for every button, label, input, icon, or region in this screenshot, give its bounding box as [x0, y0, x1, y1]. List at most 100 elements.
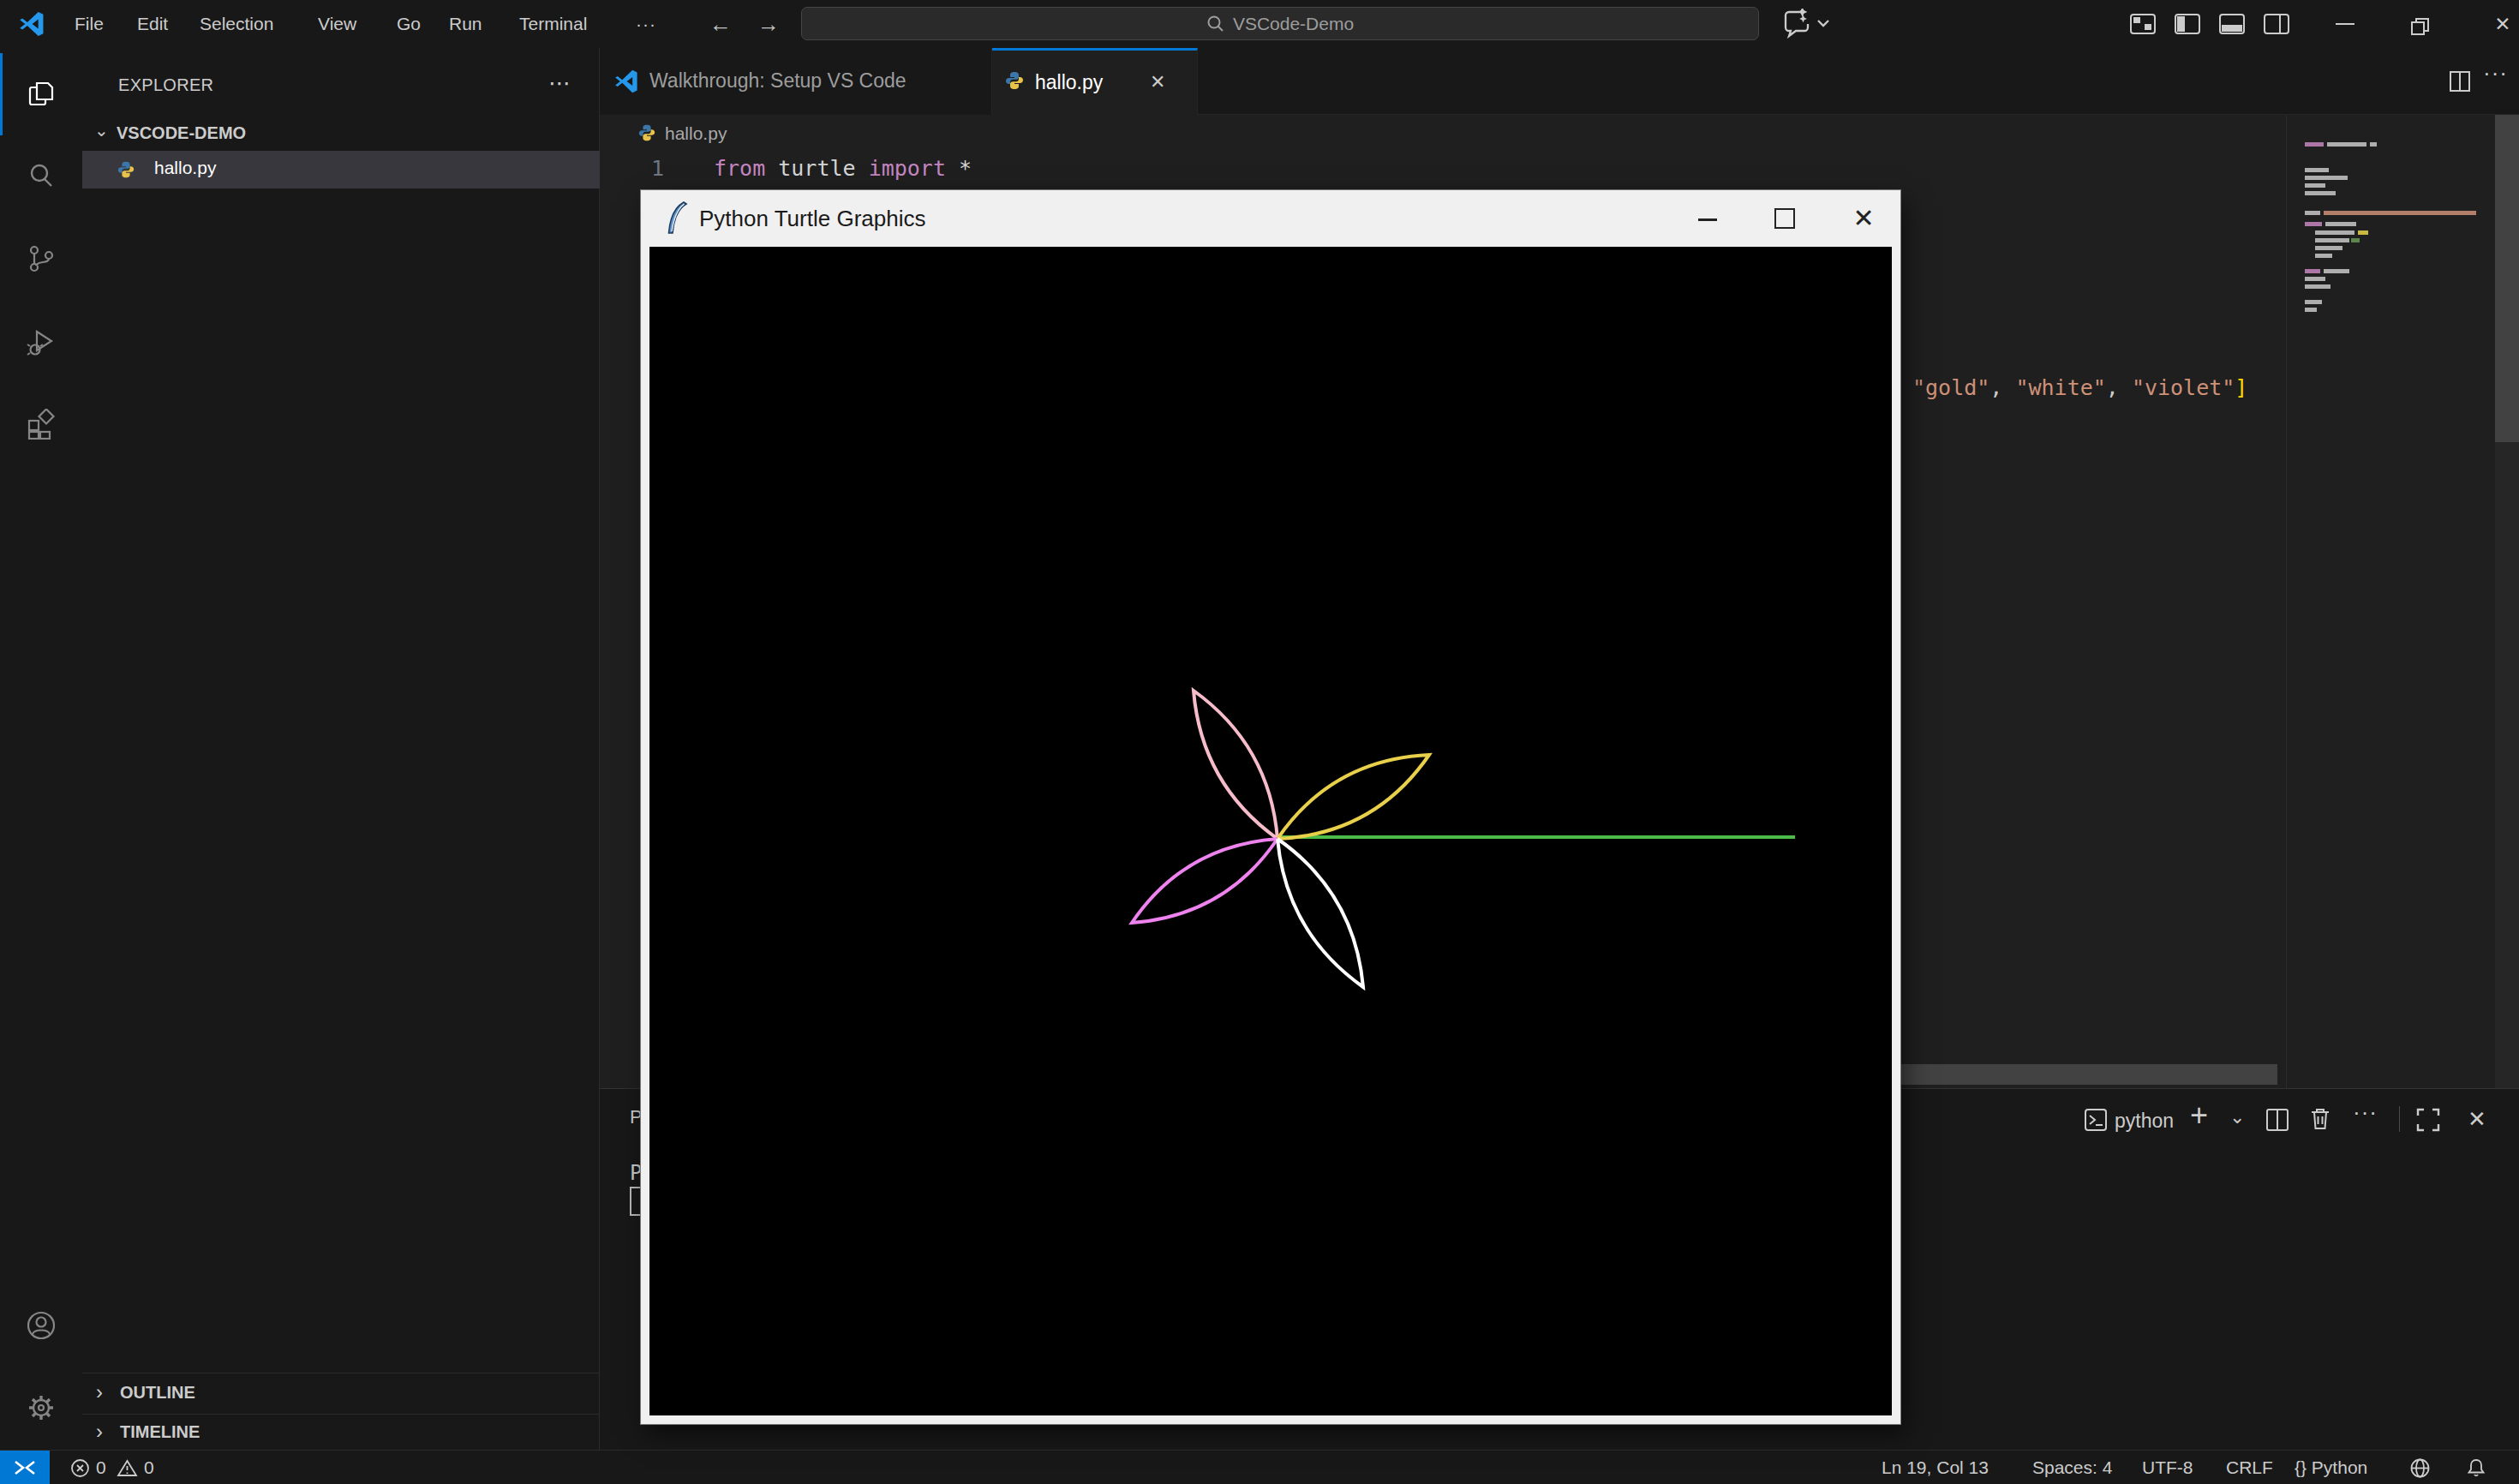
editor-more-actions-icon[interactable]: ··· [2483, 60, 2508, 87]
editor-hscrollbar-thumb[interactable] [1895, 1064, 2277, 1085]
turtle-flower-drawing [649, 247, 1892, 1415]
errors-count[interactable]: 0 [96, 1451, 106, 1484]
encoding[interactable]: UTF-8 [2142, 1451, 2193, 1484]
menu-edit[interactable]: Edit [137, 0, 168, 48]
turtle-canvas [649, 247, 1892, 1415]
sidebar-more-actions-icon[interactable]: ⋯ [548, 70, 571, 97]
globe-icon[interactable] [2409, 1457, 2431, 1479]
extensions-icon[interactable] [26, 409, 57, 440]
outline-section-header[interactable]: › OUTLINE [82, 1373, 600, 1414]
kill-terminal-trash-icon[interactable] [2308, 1106, 2332, 1132]
chevron-right-icon: › [96, 1420, 103, 1444]
history-back-icon[interactable]: ← [709, 0, 732, 48]
copilot-chat-icon[interactable] [1780, 9, 1830, 39]
menu-overflow[interactable]: ··· [636, 0, 656, 48]
turtle-window-titlebar[interactable]: Python Turtle Graphics ✕ [641, 190, 1900, 247]
sidebar-title: EXPLORER [118, 75, 213, 95]
minimap[interactable] [2289, 115, 2495, 1088]
history-forward-icon[interactable]: → [757, 0, 780, 48]
remote-indicator[interactable] [0, 1451, 50, 1484]
chevron-down-icon: ⌄ [94, 120, 109, 141]
notifications-bell-icon[interactable] [2466, 1457, 2486, 1479]
minimap-border [2286, 115, 2287, 1088]
status-bar: 0 0 Ln 19, Col 13 Spaces: 4 UTF-8 CRLF {… [0, 1450, 2519, 1484]
language-mode[interactable]: {} Python [2295, 1451, 2367, 1484]
toggle-panel-icon[interactable] [2219, 14, 2245, 35]
terminal-icon [2084, 1108, 2108, 1132]
panel-more-actions-icon[interactable]: ··· [2353, 1099, 2378, 1126]
menu-run[interactable]: Run [449, 0, 482, 48]
folder-name: VSCODE-DEMO [117, 123, 246, 143]
code-line-1[interactable]: from turtle import * [714, 156, 972, 181]
turtle-close-button[interactable]: ✕ [1834, 190, 1894, 247]
terminal-dropdown-chevron-icon[interactable]: ⌄ [2229, 1106, 2245, 1128]
tab-label: hallo.py [1035, 71, 1103, 94]
petal-violet [1132, 839, 1277, 923]
turtle-window-title: Python Turtle Graphics [699, 206, 925, 232]
maximize-panel-icon[interactable] [2416, 1108, 2440, 1132]
python-file-icon [117, 160, 135, 179]
menu-go[interactable]: Go [397, 0, 421, 48]
new-terminal-icon[interactable]: + [2190, 1098, 2208, 1134]
tab-walkthrough[interactable]: Walkthrough: Setup VS Code [600, 48, 992, 115]
vscode-logo-icon [613, 69, 639, 94]
window-restore-button[interactable] [2411, 18, 2432, 39]
turtle-maximize-button[interactable] [1755, 190, 1815, 247]
folder-header[interactable]: ⌄ VSCODE-DEMO [82, 120, 600, 151]
window-close-button[interactable]: ✕ [2477, 0, 2519, 48]
warnings-icon[interactable] [117, 1458, 138, 1478]
code-line-clipped[interactable]: "gold", "white", "violet"] [1912, 375, 2247, 400]
vscode-window: File Edit Selection View Go Run Terminal… [0, 0, 2519, 1484]
menu-file[interactable]: File [75, 0, 104, 48]
account-icon[interactable] [26, 1310, 57, 1341]
errors-icon[interactable] [70, 1458, 90, 1478]
split-terminal-icon[interactable] [2265, 1108, 2289, 1132]
close-panel-icon[interactable]: ✕ [2468, 1106, 2486, 1133]
run-and-debug-icon[interactable] [26, 327, 57, 358]
search-icon [1206, 15, 1225, 33]
python-feather-icon [663, 200, 692, 236]
toggle-sidebar-icon[interactable] [2175, 14, 2200, 35]
window-minimize-button[interactable] [2336, 23, 2354, 25]
cursor-position[interactable]: Ln 19, Col 13 [1882, 1451, 1989, 1484]
terminal-label[interactable]: python [2115, 1110, 2174, 1133]
file-name: hallo.py [154, 158, 216, 178]
menu-view[interactable]: View [318, 0, 356, 48]
warnings-count[interactable]: 0 [144, 1451, 154, 1484]
toggle-secondary-sidebar-icon[interactable] [2264, 14, 2289, 35]
indentation[interactable]: Spaces: 4 [2032, 1451, 2112, 1484]
explorer-icon[interactable] [26, 79, 57, 110]
menu-terminal[interactable]: Terminal [519, 0, 587, 48]
python-file-icon [637, 123, 656, 142]
editor-scrollbar-track[interactable] [2495, 115, 2519, 1088]
source-control-icon[interactable] [26, 243, 57, 274]
tab-label: Walkthrough: Setup VS Code [649, 69, 906, 93]
menu-selection[interactable]: Selection [200, 0, 273, 48]
petal-white [1277, 839, 1363, 987]
line-number: 1 [600, 156, 664, 181]
python-turtle-graphics-window[interactable]: Python Turtle Graphics ✕ [641, 190, 1900, 1424]
file-item-hallo-py[interactable]: hallo.py [82, 151, 600, 188]
petal-gold [1277, 755, 1429, 839]
editor-scrollbar-thumb[interactable] [2495, 115, 2519, 442]
command-center-search[interactable]: VSCode-Demo [801, 7, 1759, 40]
split-editor-icon[interactable] [2449, 70, 2471, 93]
explorer-sidebar: EXPLORER ⋯ ⌄ VSCODE-DEMO hallo.py › OUTL… [82, 48, 600, 1450]
search-placeholder: VSCode-Demo [1233, 14, 1354, 33]
activity-bar [0, 48, 82, 1450]
tab-close-icon[interactable]: ✕ [1150, 71, 1165, 93]
active-view-indicator [0, 53, 3, 135]
search-icon[interactable] [26, 160, 57, 191]
eol-sequence[interactable]: CRLF [2226, 1451, 2273, 1484]
breadcrumb[interactable]: hallo.py [665, 123, 727, 144]
title-bar: File Edit Selection View Go Run Terminal… [0, 0, 2519, 48]
tab-hallo-py[interactable]: hallo.py ✕ [992, 48, 1198, 115]
python-file-icon [1004, 70, 1025, 91]
settings-gear-icon[interactable] [26, 1392, 57, 1423]
timeline-section-header[interactable]: › TIMELINE [82, 1414, 600, 1450]
divider [2399, 1106, 2400, 1132]
customize-layout-icon[interactable] [2130, 14, 2156, 35]
editor-tab-bar: Walkthrough: Setup VS Code hallo.py ✕ ··… [600, 48, 2519, 115]
turtle-minimize-button[interactable] [1678, 190, 1738, 247]
petal-pink [1194, 691, 1277, 839]
